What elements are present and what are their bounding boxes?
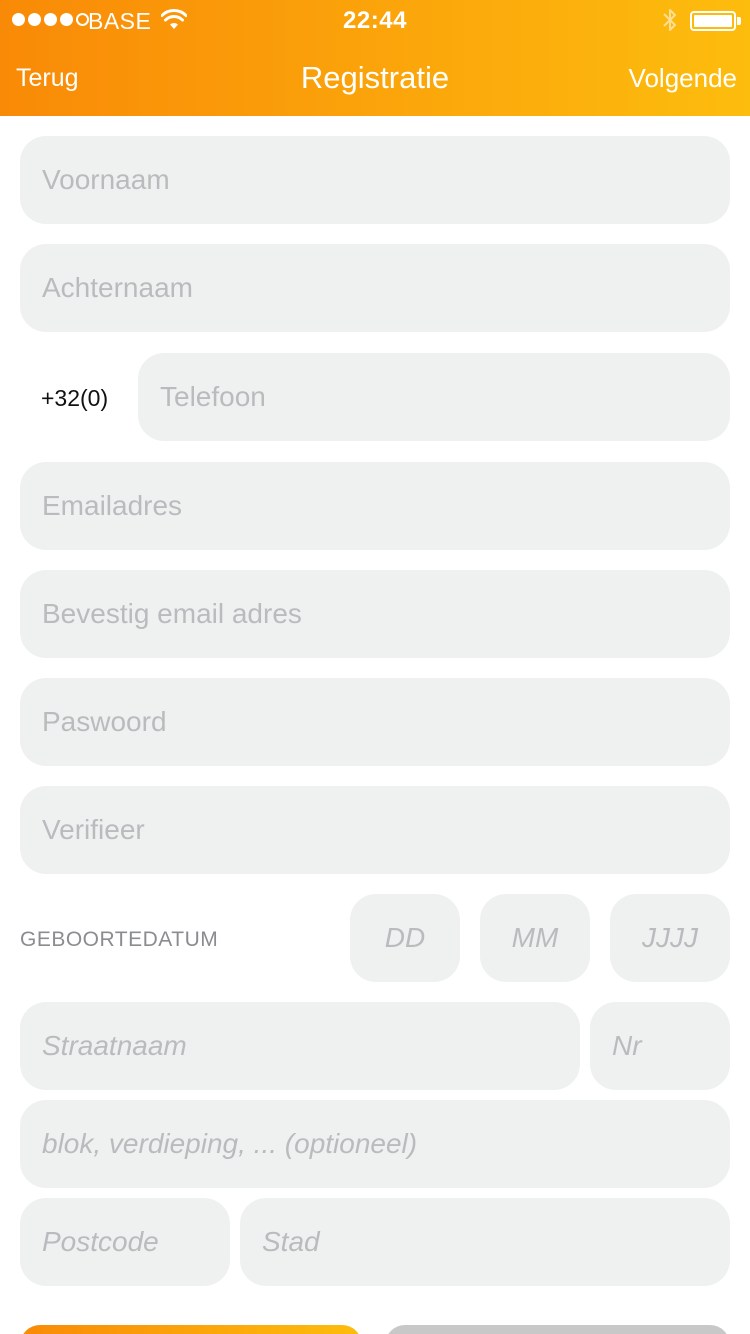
birth-month-field[interactable]: [480, 894, 590, 982]
street-field[interactable]: [20, 1002, 580, 1090]
last-name-field[interactable]: [20, 244, 730, 332]
house-number-field[interactable]: [590, 1002, 730, 1090]
next-button[interactable]: Volgende: [629, 63, 737, 94]
secondary-button[interactable]: [385, 1325, 730, 1334]
phone-prefix: +32(0): [41, 385, 109, 411]
primary-button[interactable]: [20, 1325, 362, 1334]
city-field[interactable]: [240, 1198, 730, 1286]
phone-field[interactable]: [138, 353, 730, 441]
email-confirm-field[interactable]: [20, 570, 730, 658]
header-bar: BASE 22:44 Terug Registratie Volgende: [0, 0, 750, 116]
birth-year-field[interactable]: [610, 894, 730, 982]
bluetooth-icon: [663, 9, 676, 31]
verify-password-field[interactable]: [20, 786, 730, 874]
address-extra-field[interactable]: [20, 1100, 730, 1188]
status-time: 22:44: [343, 7, 407, 34]
email-field[interactable]: [20, 462, 730, 550]
birthdate-label: GEBOORTEDATUM: [20, 928, 219, 951]
first-name-field[interactable]: [20, 136, 730, 224]
status-bar: BASE 22:44: [0, 0, 750, 40]
postcode-field[interactable]: [20, 1198, 230, 1286]
password-field[interactable]: [20, 678, 730, 766]
battery-tip: [737, 17, 741, 25]
birth-day-field[interactable]: [350, 894, 460, 982]
battery-icon: [690, 11, 736, 31]
